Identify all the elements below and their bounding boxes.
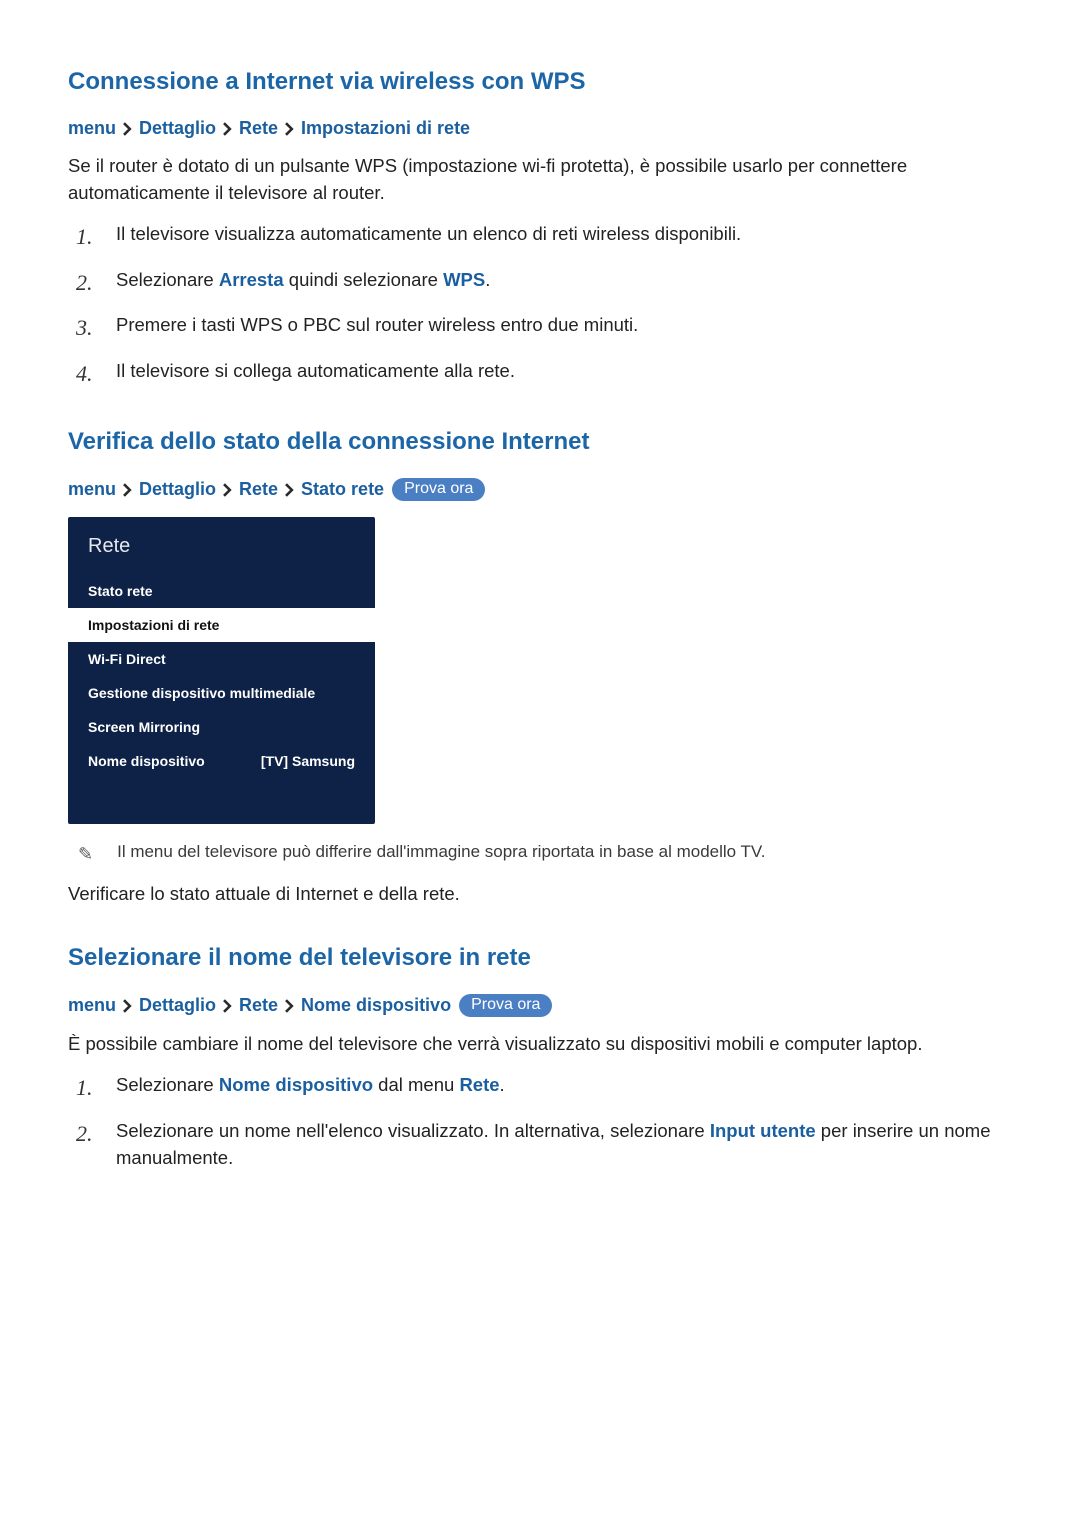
pencil-icon: ✎ xyxy=(78,842,93,867)
steps-list: 1. Selezionare Nome dispositivo dal menu… xyxy=(68,1072,1012,1172)
crumb-dettaglio[interactable]: Dettaglio xyxy=(139,118,216,139)
menu-item-label: Wi-Fi Direct xyxy=(88,651,166,667)
panel-title: Rete xyxy=(68,517,375,574)
step-item: 4. Il televisore si collega automaticame… xyxy=(76,358,1012,390)
step-text: Il televisore visualizza automaticamente… xyxy=(116,221,741,248)
step-item: 2. Selezionare un nome nell'elenco visua… xyxy=(76,1118,1012,1172)
crumb-stato-rete[interactable]: Stato rete xyxy=(301,479,384,500)
emphasis: Arresta xyxy=(219,269,284,290)
crumb-menu[interactable]: menu xyxy=(68,118,116,139)
menu-item-wifi-direct[interactable]: Wi-Fi Direct xyxy=(68,642,375,676)
section-wps: Connessione a Internet via wireless con … xyxy=(68,68,1012,390)
note-text: Il menu del televisore può differire dal… xyxy=(117,842,765,862)
breadcrumb: menu Dettaglio Rete Impostazioni di rete xyxy=(68,118,1012,139)
crumb-menu[interactable]: menu xyxy=(68,479,116,500)
after-text: Verificare lo stato attuale di Internet … xyxy=(68,881,1012,908)
step-number: 4. xyxy=(76,358,96,390)
steps-list: 1. Il televisore visualizza automaticame… xyxy=(68,221,1012,391)
step-item: 1. Selezionare Nome dispositivo dal menu… xyxy=(76,1072,1012,1104)
menu-item-value: [TV] Samsung xyxy=(261,753,355,769)
menu-item-impostazioni[interactable]: Impostazioni di rete xyxy=(68,608,375,642)
crumb-menu[interactable]: menu xyxy=(68,995,116,1016)
intro-text: È possibile cambiare il nome del televis… xyxy=(68,1031,1012,1058)
breadcrumb: menu Dettaglio Rete Nome dispositivo Pro… xyxy=(68,994,1012,1017)
menu-item-label: Screen Mirroring xyxy=(88,719,200,735)
crumb-dettaglio[interactable]: Dettaglio xyxy=(139,995,216,1016)
menu-item-label: Nome dispositivo xyxy=(88,753,205,769)
step-text: Selezionare un nome nell'elenco visualiz… xyxy=(116,1118,1012,1172)
crumb-dettaglio[interactable]: Dettaglio xyxy=(139,479,216,500)
step-item: 2. Selezionare Arresta quindi selezionar… xyxy=(76,267,1012,299)
step-text: Selezionare Nome dispositivo dal menu Re… xyxy=(116,1072,505,1099)
chevron-right-icon xyxy=(122,999,133,1013)
chevron-right-icon xyxy=(122,483,133,497)
section-nome-tv: Selezionare il nome del televisore in re… xyxy=(68,944,1012,1171)
menu-item-label: Gestione dispositivo multimediale xyxy=(88,685,315,701)
menu-item-label: Impostazioni di rete xyxy=(88,617,219,633)
emphasis: WPS xyxy=(443,269,485,290)
chevron-right-icon xyxy=(284,999,295,1013)
chevron-right-icon xyxy=(222,122,233,136)
step-mid: quindi selezionare xyxy=(284,269,443,290)
section-heading: Connessione a Internet via wireless con … xyxy=(68,68,1012,96)
try-now-badge[interactable]: Prova ora xyxy=(392,478,485,501)
crumb-impostazioni[interactable]: Impostazioni di rete xyxy=(301,118,470,139)
step-number: 3. xyxy=(76,312,96,344)
step-item: 1. Il televisore visualizza automaticame… xyxy=(76,221,1012,253)
crumb-rete[interactable]: Rete xyxy=(239,118,278,139)
section-verifica: Verifica dello stato della connessione I… xyxy=(68,428,1012,908)
step-number: 2. xyxy=(76,1118,96,1150)
menu-item-label: Stato rete xyxy=(88,583,153,599)
step-post: . xyxy=(485,269,490,290)
step-item: 3. Premere i tasti WPS o PBC sul router … xyxy=(76,312,1012,344)
menu-item-gestione[interactable]: Gestione dispositivo multimediale xyxy=(68,676,375,710)
step-text: Selezionare Arresta quindi selezionare W… xyxy=(116,267,490,294)
menu-item-nome-dispositivo[interactable]: Nome dispositivo [TV] Samsung xyxy=(68,744,375,778)
section-heading: Verifica dello stato della connessione I… xyxy=(68,428,1012,456)
step-number: 1. xyxy=(76,1072,96,1104)
rete-menu-panel: Rete Stato rete Impostazioni di rete Wi-… xyxy=(68,517,375,824)
try-now-badge[interactable]: Prova ora xyxy=(459,994,552,1017)
section-heading: Selezionare il nome del televisore in re… xyxy=(68,944,1012,972)
crumb-rete[interactable]: Rete xyxy=(239,995,278,1016)
menu-item-stato-rete[interactable]: Stato rete xyxy=(68,574,375,608)
note: ✎ Il menu del televisore può differire d… xyxy=(78,842,1012,867)
chevron-right-icon xyxy=(222,999,233,1013)
step-text: Il televisore si collega automaticamente… xyxy=(116,358,515,385)
chevron-right-icon xyxy=(122,122,133,136)
crumb-rete[interactable]: Rete xyxy=(239,479,278,500)
emphasis: Input utente xyxy=(710,1120,816,1141)
step-pre: Selezionare un nome nell'elenco visualiz… xyxy=(116,1120,710,1141)
emphasis: Nome dispositivo xyxy=(219,1074,373,1095)
chevron-right-icon xyxy=(284,122,295,136)
emphasis: Rete xyxy=(459,1074,499,1095)
menu-item-screen-mirroring[interactable]: Screen Mirroring xyxy=(68,710,375,744)
step-mid: dal menu xyxy=(373,1074,459,1095)
step-number: 2. xyxy=(76,267,96,299)
crumb-nome-dispositivo[interactable]: Nome dispositivo xyxy=(301,995,451,1016)
chevron-right-icon xyxy=(222,483,233,497)
intro-text: Se il router è dotato di un pulsante WPS… xyxy=(68,153,1012,207)
step-pre: Selezionare xyxy=(116,269,219,290)
step-post: . xyxy=(500,1074,505,1095)
step-number: 1. xyxy=(76,221,96,253)
step-pre: Selezionare xyxy=(116,1074,219,1095)
step-text: Premere i tasti WPS o PBC sul router wir… xyxy=(116,312,638,339)
breadcrumb: menu Dettaglio Rete Stato rete Prova ora xyxy=(68,478,1012,501)
chevron-right-icon xyxy=(284,483,295,497)
